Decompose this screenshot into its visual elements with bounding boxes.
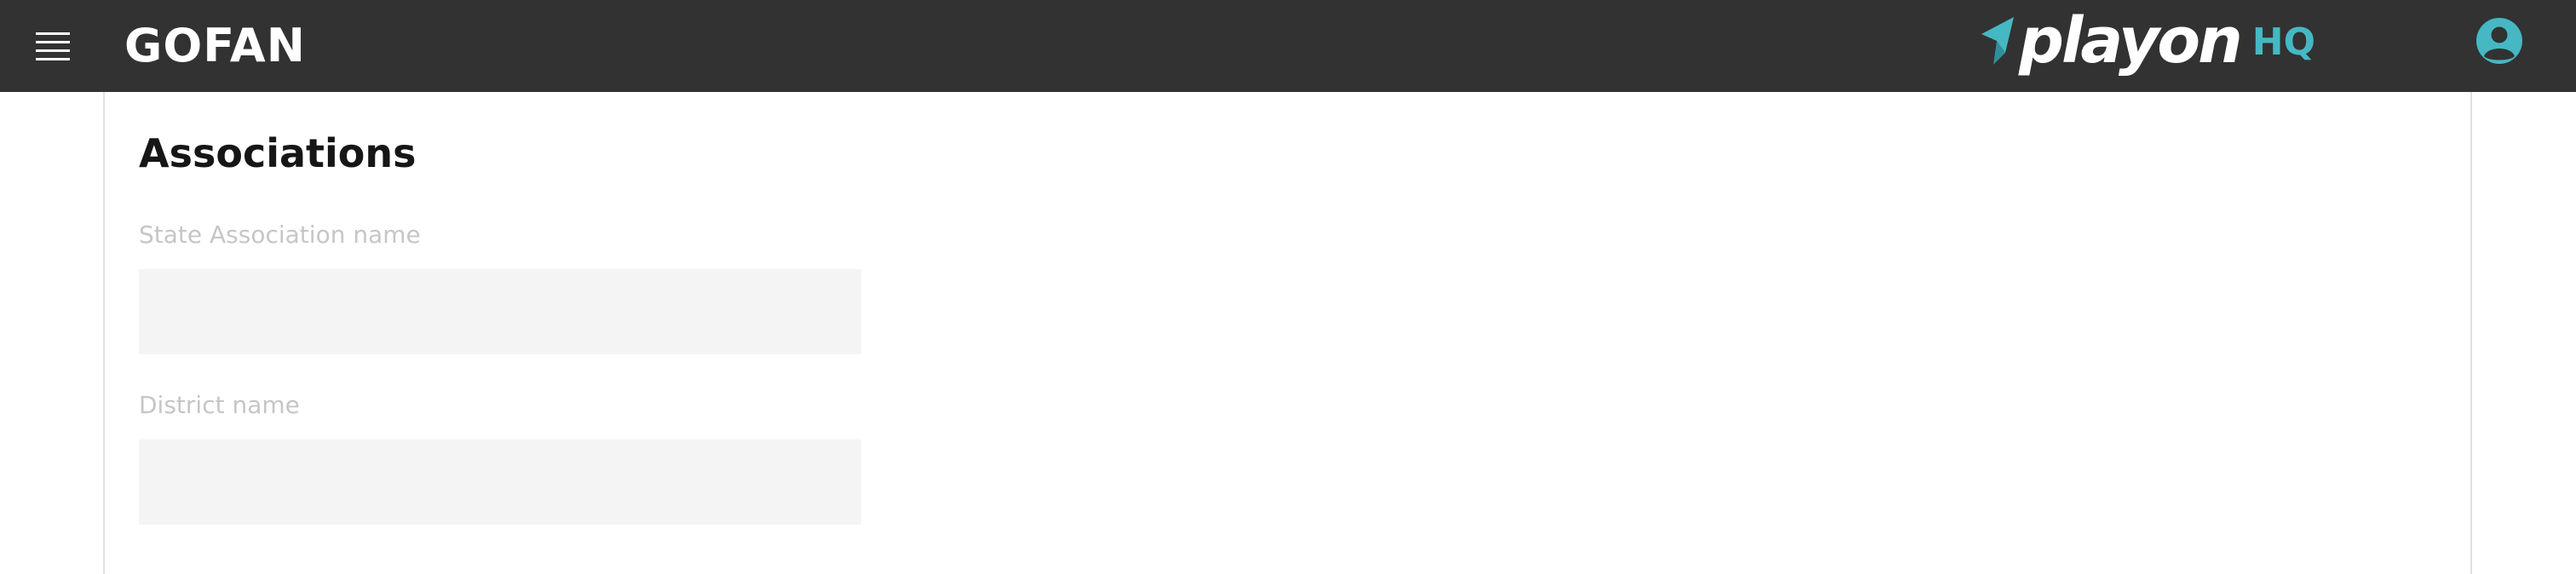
menu-line <box>36 57 70 60</box>
paper-plane-icon <box>1981 17 2014 65</box>
district-name-input[interactable] <box>139 439 861 525</box>
hamburger-menu-icon[interactable] <box>26 19 80 73</box>
top-navigation-bar: GOFAN playon HQ <box>0 0 2576 92</box>
logo-suffix: HQ <box>2251 20 2315 64</box>
page-title: Associations <box>139 130 417 176</box>
app-brand-title[interactable]: GOFAN <box>124 12 306 80</box>
state-association-label: State Association name <box>139 221 421 249</box>
logo-wordmark: playon <box>2019 4 2243 77</box>
playon-hq-logo: playon HQ <box>1980 5 2315 77</box>
menu-line <box>36 40 70 43</box>
menu-line <box>36 32 70 35</box>
district-name-label: District name <box>139 391 300 419</box>
menu-line <box>36 49 70 52</box>
state-association-input[interactable] <box>139 269 861 354</box>
associations-panel: Associations State Association name Dist… <box>103 92 2472 574</box>
user-avatar-icon[interactable] <box>2475 17 2523 65</box>
